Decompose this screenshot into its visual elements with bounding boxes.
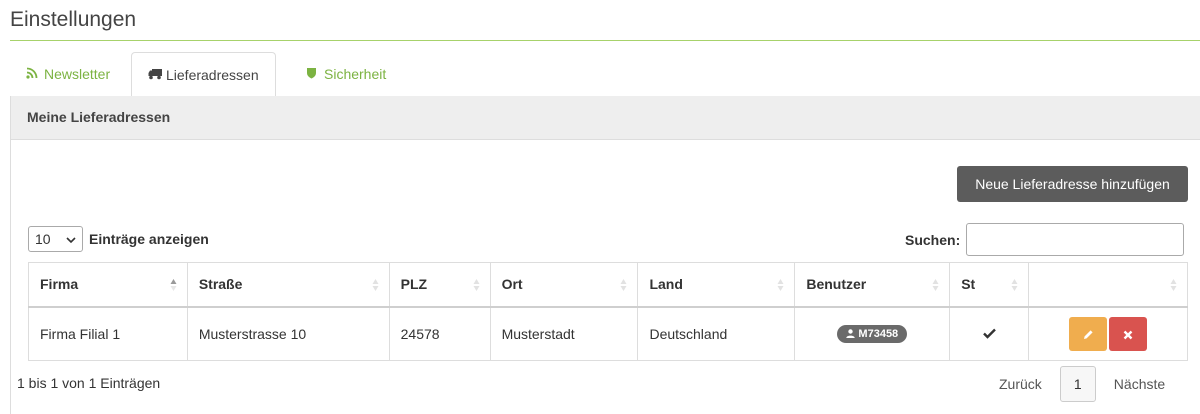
cell-ort: Musterstadt	[489, 306, 639, 361]
cell-land: Deutschland	[637, 306, 796, 361]
cell-firma: Firma Filial 1	[28, 306, 188, 361]
cell-strasse: Musterstrasse 10	[186, 306, 390, 361]
page-title: Einstellungen	[10, 8, 137, 31]
page-length-value: 10	[35, 231, 51, 247]
table-row: Firma Filial 1 Musterstrasse 10 24578 Mu…	[28, 306, 1188, 361]
cell-actions	[1028, 306, 1188, 361]
column-header-land[interactable]: Land	[637, 262, 796, 308]
column-label: Land	[649, 276, 683, 293]
column-header-firma[interactable]: Firma	[28, 262, 188, 308]
column-header-strasse[interactable]: Straße	[186, 262, 390, 308]
column-label: PLZ	[400, 276, 428, 293]
tab-label: Lieferadressen	[166, 67, 259, 83]
column-label: St	[961, 276, 976, 293]
settings-tabs: Newsletter Lieferadressen Sicherheit	[10, 52, 1200, 98]
page-length-control: 10 Einträge anzeigen	[28, 226, 209, 252]
sort-icon	[777, 278, 784, 292]
column-header-ort[interactable]: Ort	[489, 262, 639, 308]
table-search: Suchen:	[905, 223, 1185, 256]
column-header-status[interactable]: St	[949, 262, 1030, 308]
column-label: Ort	[501, 276, 523, 293]
tab-label: Sicherheit	[324, 66, 387, 82]
delete-button[interactable]	[1109, 316, 1148, 351]
addresses-table: Firma Straße PLZ Ort Land Benutzer St Fi…	[28, 262, 1188, 361]
column-label: Straße	[198, 276, 243, 293]
truck-icon	[148, 53, 162, 97]
sort-icon	[1170, 278, 1177, 292]
sort-icon	[372, 278, 379, 292]
cell-status	[949, 306, 1030, 361]
sort-asc-icon	[170, 278, 177, 292]
shield-icon	[306, 52, 320, 96]
chevron-down-icon	[66, 231, 76, 247]
sort-icon	[620, 278, 627, 292]
cell-benutzer: M73458	[794, 306, 951, 361]
tab-newsletter[interactable]: Newsletter	[10, 52, 126, 97]
check-icon	[982, 326, 996, 342]
user-badge: M73458	[837, 325, 908, 344]
tab-lieferadressen[interactable]: Lieferadressen	[131, 52, 276, 98]
prev-page-link[interactable]: Zurück	[985, 376, 1056, 392]
pencil-icon	[1083, 326, 1094, 342]
page-length-select[interactable]: 10	[28, 226, 83, 252]
column-header-actions[interactable]	[1028, 262, 1188, 308]
table-info: 1 bis 1 von 1 Einträgen	[17, 375, 161, 391]
edit-button[interactable]	[1069, 316, 1108, 351]
user-id: M73458	[858, 328, 899, 341]
column-label: Firma	[40, 276, 79, 293]
column-header-plz[interactable]: PLZ	[388, 262, 491, 308]
close-icon	[1123, 326, 1133, 342]
panel-title: Meine Lieferadressen	[11, 96, 1200, 140]
page-length-label: Einträge anzeigen	[89, 231, 209, 247]
table-header-row: Firma Straße PLZ Ort Land Benutzer St	[28, 262, 1188, 308]
search-input[interactable]	[966, 223, 1185, 256]
column-label: Benutzer	[806, 276, 867, 293]
tab-label: Newsletter	[44, 66, 111, 82]
sort-icon	[932, 278, 939, 292]
add-address-button[interactable]: Neue Lieferadresse hinzufügen	[957, 166, 1188, 202]
user-icon	[846, 328, 856, 340]
search-label: Suchen:	[905, 231, 961, 248]
page-number-current[interactable]: 1	[1059, 366, 1096, 402]
next-page-link[interactable]: Nächste	[1100, 376, 1179, 392]
tab-sicherheit[interactable]: Sicherheit	[290, 52, 402, 97]
sort-icon	[473, 278, 480, 292]
sort-icon	[1011, 278, 1018, 292]
pagination: Zurück 1 Nächste	[985, 366, 1179, 402]
cell-plz: 24578	[388, 306, 491, 361]
column-header-benutzer[interactable]: Benutzer	[794, 262, 951, 308]
title-divider	[10, 40, 1200, 41]
rss-icon	[26, 52, 40, 96]
